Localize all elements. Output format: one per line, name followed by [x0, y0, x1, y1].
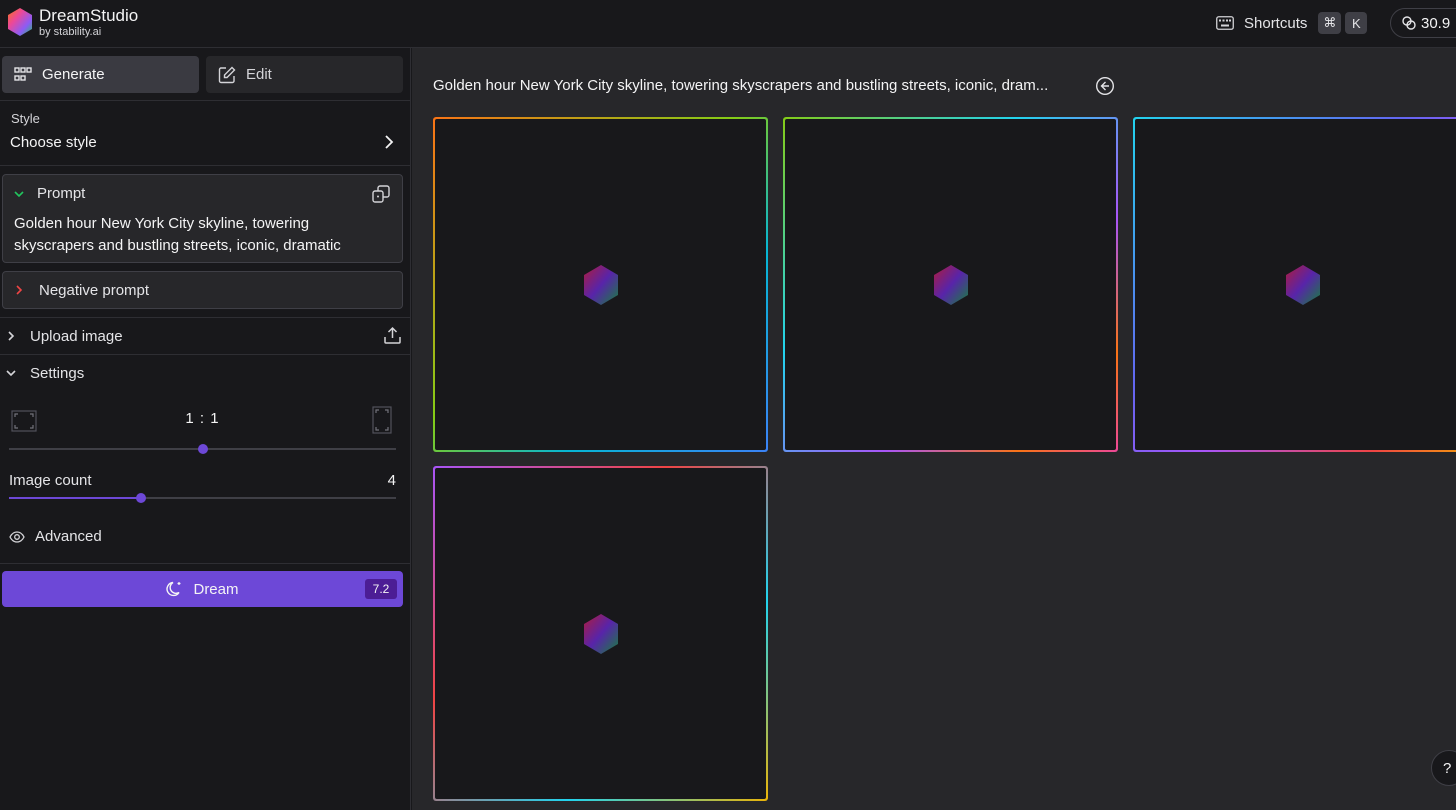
image-count-label: Image count: [9, 472, 92, 489]
shortcut-key-k: K: [1345, 12, 1368, 34]
chevron-right-icon: [8, 331, 15, 341]
dream-label: Dream: [193, 580, 239, 598]
coins-icon: [1402, 16, 1416, 30]
edit-icon: [218, 66, 236, 83]
image-count-slider-fill: [9, 497, 141, 499]
top-bar: DreamStudio by stability.ai Shortcuts ⌘ …: [0, 0, 1456, 48]
style-label: Style: [11, 111, 40, 126]
sidebar: Generate Edit Style Choose style Prompt …: [0, 48, 411, 810]
brand[interactable]: DreamStudio by stability.ai: [4, 6, 138, 38]
aspect-ratio-value: 1 : 1: [185, 410, 220, 427]
negative-prompt-panel[interactable]: Negative prompt: [2, 271, 403, 309]
tab-edit-label: Edit: [246, 66, 272, 83]
advanced-toggle[interactable]: Advanced: [9, 528, 102, 545]
prompt-label: Prompt: [37, 185, 86, 202]
keyboard-icon: [1216, 16, 1234, 30]
image-count-slider[interactable]: [9, 493, 396, 503]
aspect-ratio-slider[interactable]: [9, 444, 396, 454]
image-placeholder-3[interactable]: [1133, 117, 1456, 452]
image-placeholder-2[interactable]: [783, 117, 1118, 452]
image-count-value: 4: [387, 472, 396, 489]
dream-button[interactable]: Dream 7.2: [2, 571, 403, 607]
prompt-toggle[interactable]: Prompt: [13, 185, 85, 202]
app-byline: by stability.ai: [39, 26, 102, 38]
help-button[interactable]: ?: [1431, 750, 1456, 786]
settings-label: Settings: [30, 364, 85, 382]
chevron-right-icon: [16, 285, 23, 295]
shortcuts-button[interactable]: Shortcuts ⌘ K: [1216, 11, 1371, 35]
portrait-frame-icon[interactable]: [372, 406, 392, 434]
loading-logo-icon: [933, 264, 968, 305]
generation-prompt-title: Golden hour New York City skyline, tower…: [433, 77, 1049, 94]
image-placeholder-4[interactable]: [433, 466, 768, 801]
negative-prompt-label: Negative prompt: [39, 281, 150, 299]
tab-edit[interactable]: Edit: [206, 56, 403, 93]
upload-image-row[interactable]: Upload image: [0, 318, 411, 354]
prompt-panel: Prompt Golden hour New York City skyline…: [2, 174, 403, 263]
landscape-frame-icon[interactable]: [11, 408, 37, 434]
divider: [0, 563, 411, 564]
settings-toggle[interactable]: Settings: [0, 355, 411, 391]
loading-logo-icon: [583, 264, 618, 305]
advanced-label: Advanced: [35, 528, 102, 545]
credits-badge[interactable]: 30.9: [1390, 8, 1456, 38]
dream-cost-badge: 7.2: [365, 579, 397, 599]
moon-sparkle-icon: [166, 581, 181, 597]
grid-icon: [14, 66, 32, 81]
image-count-slider-thumb[interactable]: [135, 493, 146, 503]
main-gallery: Golden hour New York City skyline, tower…: [412, 48, 1456, 810]
copy-icon[interactable]: [371, 184, 391, 204]
tab-generate-label: Generate: [42, 66, 105, 83]
aspect-ratio-slider-thumb[interactable]: [197, 444, 208, 454]
credits-value: 30.9: [1421, 14, 1451, 32]
eye-icon: [9, 530, 25, 543]
app-name: DreamStudio: [39, 6, 139, 25]
shortcuts-label: Shortcuts: [1244, 14, 1308, 32]
shortcut-key-cmd: ⌘: [1318, 12, 1342, 34]
tab-generate[interactable]: Generate: [2, 56, 199, 93]
arrow-left-circle-icon[interactable]: [1095, 76, 1115, 96]
chevron-down-icon: [6, 370, 16, 377]
loading-logo-icon: [583, 613, 618, 654]
chevron-right-icon: [385, 135, 394, 149]
style-value: Choose style: [10, 134, 97, 151]
dreamstudio-logo-icon: [8, 8, 32, 36]
style-selector[interactable]: Style Choose style: [0, 101, 411, 165]
loading-logo-icon: [1286, 264, 1320, 305]
chevron-down-icon: [14, 190, 24, 197]
upload-image-label: Upload image: [30, 327, 123, 345]
divider: [0, 165, 411, 166]
prompt-input[interactable]: Golden hour New York City skyline, tower…: [14, 213, 384, 257]
upload-icon[interactable]: [383, 326, 402, 345]
image-placeholder-1[interactable]: [433, 117, 768, 452]
